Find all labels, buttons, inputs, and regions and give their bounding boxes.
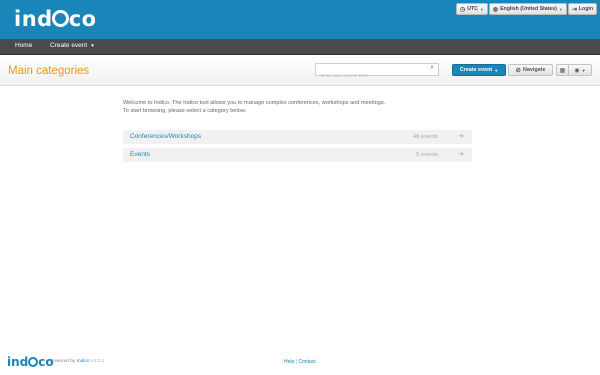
arrow-right-icon: ➜ <box>458 151 464 158</box>
login-label: Login <box>578 6 593 12</box>
chevron-down-icon: ▼ <box>558 6 563 12</box>
arrow-right-icon: ➜ <box>458 133 464 140</box>
category-row[interactable]: Events 5 events ➜ <box>123 148 472 163</box>
chevron-down-icon: ▼ <box>90 43 95 48</box>
chevron-down-icon: ▼ <box>494 67 499 73</box>
menu-item-create-event[interactable]: Create event ▼ <box>50 42 95 49</box>
clock-icon: ◷ <box>459 6 466 13</box>
indico-logo[interactable]: ind co <box>14 7 97 31</box>
chevron-down-icon: ▼ <box>479 6 484 12</box>
globe-icon: ◍ <box>492 6 499 13</box>
timezone-button[interactable]: ◷ UTC ▼ <box>455 3 488 15</box>
category-list: Conferences/Workshops 48 events ➜ Events… <box>123 130 472 166</box>
footer-logo[interactable]: ind co <box>7 355 54 369</box>
category-event-count: 5 events <box>416 151 438 158</box>
top-buttons: ◷ UTC ▼ ◍ English (United States) ▼ ⇥ Lo… <box>455 3 597 15</box>
search-box: ⌕ <box>315 63 439 81</box>
powered-by: Powered by Indico v3.3.2 <box>50 359 104 364</box>
calendar-icon: ▦ <box>559 67 566 74</box>
welcome-line: To start browsing, please select a categ… <box>123 108 247 115</box>
language-label: English (United States) <box>500 6 557 12</box>
eye-icon: ◉ <box>574 67 580 74</box>
footer-links: Help | Contact <box>284 359 316 365</box>
search-icon[interactable]: ⌕ <box>430 64 434 72</box>
powered-by-label: Powered by <box>50 359 76 364</box>
menu-item-label: Home <box>15 42 33 49</box>
navigate-button[interactable]: ⊘ Navigate <box>508 64 553 76</box>
navigate-label: Navigate <box>522 67 546 73</box>
version-label: v3.3.2 <box>90 359 104 364</box>
timezone-label: UTC <box>467 6 478 12</box>
language-button[interactable]: ◍ English (United States) ▼ <box>488 3 567 15</box>
create-event-button[interactable]: Create event ▼ <box>452 64 506 76</box>
create-event-label: Create event <box>459 67 493 73</box>
chevron-down-icon: ▼ <box>581 67 586 73</box>
help-link[interactable]: Help <box>284 359 294 365</box>
top-header: ind co ◷ UTC ▼ ◍ English (United States) … <box>0 0 600 39</box>
category-event-count: 48 events <box>412 133 438 140</box>
category-row[interactable]: Conferences/Workshops 48 events ➜ <box>123 130 472 145</box>
page-title: Main categories <box>8 65 90 77</box>
view-options-button[interactable]: ◉ ▼ <box>569 64 592 76</box>
menu-item-label: Create event <box>50 42 88 49</box>
compass-icon: ⊘ <box>515 67 521 74</box>
contact-link[interactable]: Contact <box>298 359 315 365</box>
category-name[interactable]: Conferences/Workshops <box>130 133 201 140</box>
main-menu: Home Create event ▼ <box>0 39 600 55</box>
login-button[interactable]: ⇥ Login <box>567 3 597 15</box>
search-input[interactable] <box>316 70 424 81</box>
category-name[interactable]: Events <box>130 151 150 158</box>
calendar-button[interactable]: ▦ <box>556 64 569 76</box>
welcome-text: Welcome to Indico. The Indico tool allow… <box>123 99 483 116</box>
welcome-line: Welcome to Indico. The Indico tool allow… <box>123 100 386 106</box>
footer-separator: | <box>295 359 297 365</box>
indico-link[interactable]: Indico <box>77 359 90 364</box>
login-icon: ⇥ <box>571 6 577 13</box>
menu-item-home[interactable]: Home <box>15 42 32 49</box>
